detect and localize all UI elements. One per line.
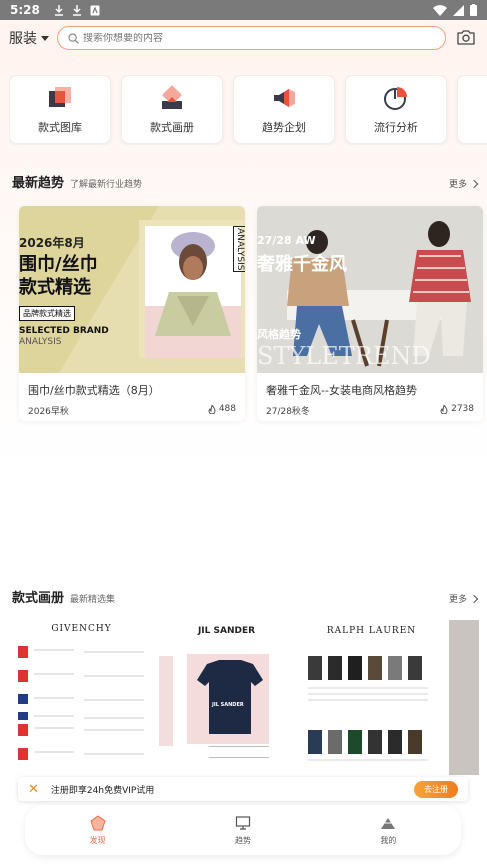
category-selector[interactable]: 服装 xyxy=(9,28,49,48)
nav-label: 发现 xyxy=(89,835,106,845)
nav-discover[interactable]: 发现 xyxy=(58,814,138,846)
quick-action-style-gallery[interactable]: 款式图库 xyxy=(9,75,111,144)
nav-label: 我的 xyxy=(380,835,397,845)
app-notification-icon xyxy=(90,5,100,15)
header-bar: 服装 xyxy=(0,24,487,52)
trend-thumbnail: 2026年8月 围巾/丝巾 款式精选 品牌款式精选 SELECTED BRAND… xyxy=(19,206,245,373)
section-title: 款式画册 xyxy=(12,591,65,606)
trend-season: 27/28秋冬 xyxy=(266,407,310,417)
album-lookbook-grid xyxy=(308,656,428,761)
album-brand: GIVENCHY xyxy=(51,624,112,634)
shirt-print: JIL SANDER xyxy=(212,702,244,708)
thumb-en-2: ANALYSIS xyxy=(19,337,62,347)
section-subtitle: 最新精选集 xyxy=(70,595,116,605)
thumb-line-1: 奢雅千金风 xyxy=(257,254,347,275)
album-card[interactable]: RALPH LAUREN xyxy=(304,620,439,775)
search-icon xyxy=(68,32,79,44)
quick-action-style-album[interactable]: 款式画册 xyxy=(121,75,223,144)
camera-icon[interactable] xyxy=(457,29,475,45)
nav-profile[interactable]: 我的 xyxy=(348,815,428,846)
pie-chart-icon xyxy=(384,86,407,110)
albums-header: 款式画册 最新精选集 更多 xyxy=(12,587,479,607)
album-lookbook-sheet xyxy=(18,646,144,760)
trends-more-link[interactable]: 更多 xyxy=(448,177,479,190)
more-label: 更多 xyxy=(448,180,467,190)
thumb-season: 27/28 AW xyxy=(257,234,316,247)
category-label: 服装 xyxy=(9,31,37,47)
download-icon xyxy=(72,4,81,16)
chevron-right-icon xyxy=(469,179,479,188)
chevron-right-icon xyxy=(469,594,479,603)
caret-down-icon xyxy=(41,35,49,41)
bottom-nav: 发现 趋势 我的 xyxy=(25,805,461,855)
quick-action-more[interactable] xyxy=(457,75,487,144)
thumb-line-2: 款式精选 xyxy=(19,277,91,298)
album-card[interactable]: GIVENCHY xyxy=(14,620,149,775)
flame-icon xyxy=(440,404,448,414)
trend-card[interactable]: 2026年8月 围巾/丝巾 款式精选 品牌款式精选 SELECTED BRAND… xyxy=(19,206,245,421)
status-time: 5:28 xyxy=(10,3,40,17)
vip-banner: ✕ 注册即享24h免费VIP试用 去注册 xyxy=(18,777,468,801)
more-label: 更多 xyxy=(448,595,467,605)
megaphone-icon xyxy=(274,88,295,107)
quick-action-label: 趋势企划 xyxy=(262,120,306,134)
views-count: 2738 xyxy=(451,404,474,414)
quick-action-trend-analysis[interactable]: 流行分析 xyxy=(345,75,447,144)
views-count: 488 xyxy=(218,404,236,414)
album-carousel: GIVENCHY JIL SANDER JIL SANDER RALPH LAU… xyxy=(14,620,487,775)
album-brand: JIL SANDER xyxy=(197,626,256,636)
album-icon xyxy=(162,84,182,109)
quick-action-label: 款式图库 xyxy=(38,120,82,134)
albums-more-link[interactable]: 更多 xyxy=(448,592,479,605)
download-icon xyxy=(54,4,63,16)
thumb-en: STYLETREND xyxy=(257,342,431,370)
trend-title: 奢雅千金风--女装电商风格趋势 xyxy=(266,384,417,397)
quick-action-trend-planning[interactable]: 趋势企划 xyxy=(233,75,335,144)
signal-icon xyxy=(453,4,464,16)
monitor-icon xyxy=(235,815,251,830)
trend-card[interactable]: 27/28 AW 奢雅千金风 风格趋势 STYLETREND 奢雅千金风--女装… xyxy=(257,206,483,421)
quick-actions: 款式图库 款式画册 趋势企划 流行分析 xyxy=(9,75,487,145)
trend-season: 2026早秋 xyxy=(28,407,69,417)
trend-views: 488 xyxy=(208,404,236,414)
search-box[interactable] xyxy=(57,26,446,50)
trend-views: 2738 xyxy=(440,404,474,414)
trends-header: 最新趋势 了解最新行业趋势 更多 xyxy=(12,172,479,192)
nav-trends[interactable]: 趋势 xyxy=(203,815,283,846)
gallery-icon xyxy=(49,86,71,107)
trend-title: 围巾/丝巾款式精选（8月） xyxy=(28,384,160,397)
search-input[interactable] xyxy=(83,32,413,44)
quick-action-label: 款式画册 xyxy=(150,120,194,134)
album-brand: RALPH LAUREN xyxy=(326,626,417,636)
register-button[interactable]: 去注册 xyxy=(414,780,458,798)
album-card[interactable]: JIL SANDER JIL SANDER xyxy=(159,620,294,775)
quick-action-label: 流行分析 xyxy=(374,120,418,134)
close-icon[interactable]: ✕ xyxy=(28,782,39,797)
discover-icon xyxy=(90,814,106,830)
vip-text: 注册即享24h免费VIP试用 xyxy=(50,785,155,796)
nav-label: 趋势 xyxy=(234,835,251,845)
battery-icon xyxy=(470,4,477,16)
section-subtitle: 了解最新行业趋势 xyxy=(70,180,143,190)
wifi-icon xyxy=(433,4,447,16)
thumb-side-label: ANALYSIS xyxy=(233,226,245,273)
flame-icon xyxy=(208,404,216,414)
thumb-tag: 风格趋势 xyxy=(257,328,301,341)
profile-icon xyxy=(381,817,396,829)
thumb-year: 2026年8月 xyxy=(19,236,85,250)
album-card[interactable] xyxy=(449,620,479,775)
section-title: 最新趋势 xyxy=(12,176,65,191)
thumb-en-1: SELECTED BRAND xyxy=(19,326,109,336)
status-bar: 5:28 xyxy=(0,0,487,20)
album-caption xyxy=(209,746,269,758)
trend-thumbnail: 27/28 AW 奢雅千金风 风格趋势 STYLETREND xyxy=(257,206,483,373)
thumb-tag: 品牌款式精选 xyxy=(19,306,75,321)
